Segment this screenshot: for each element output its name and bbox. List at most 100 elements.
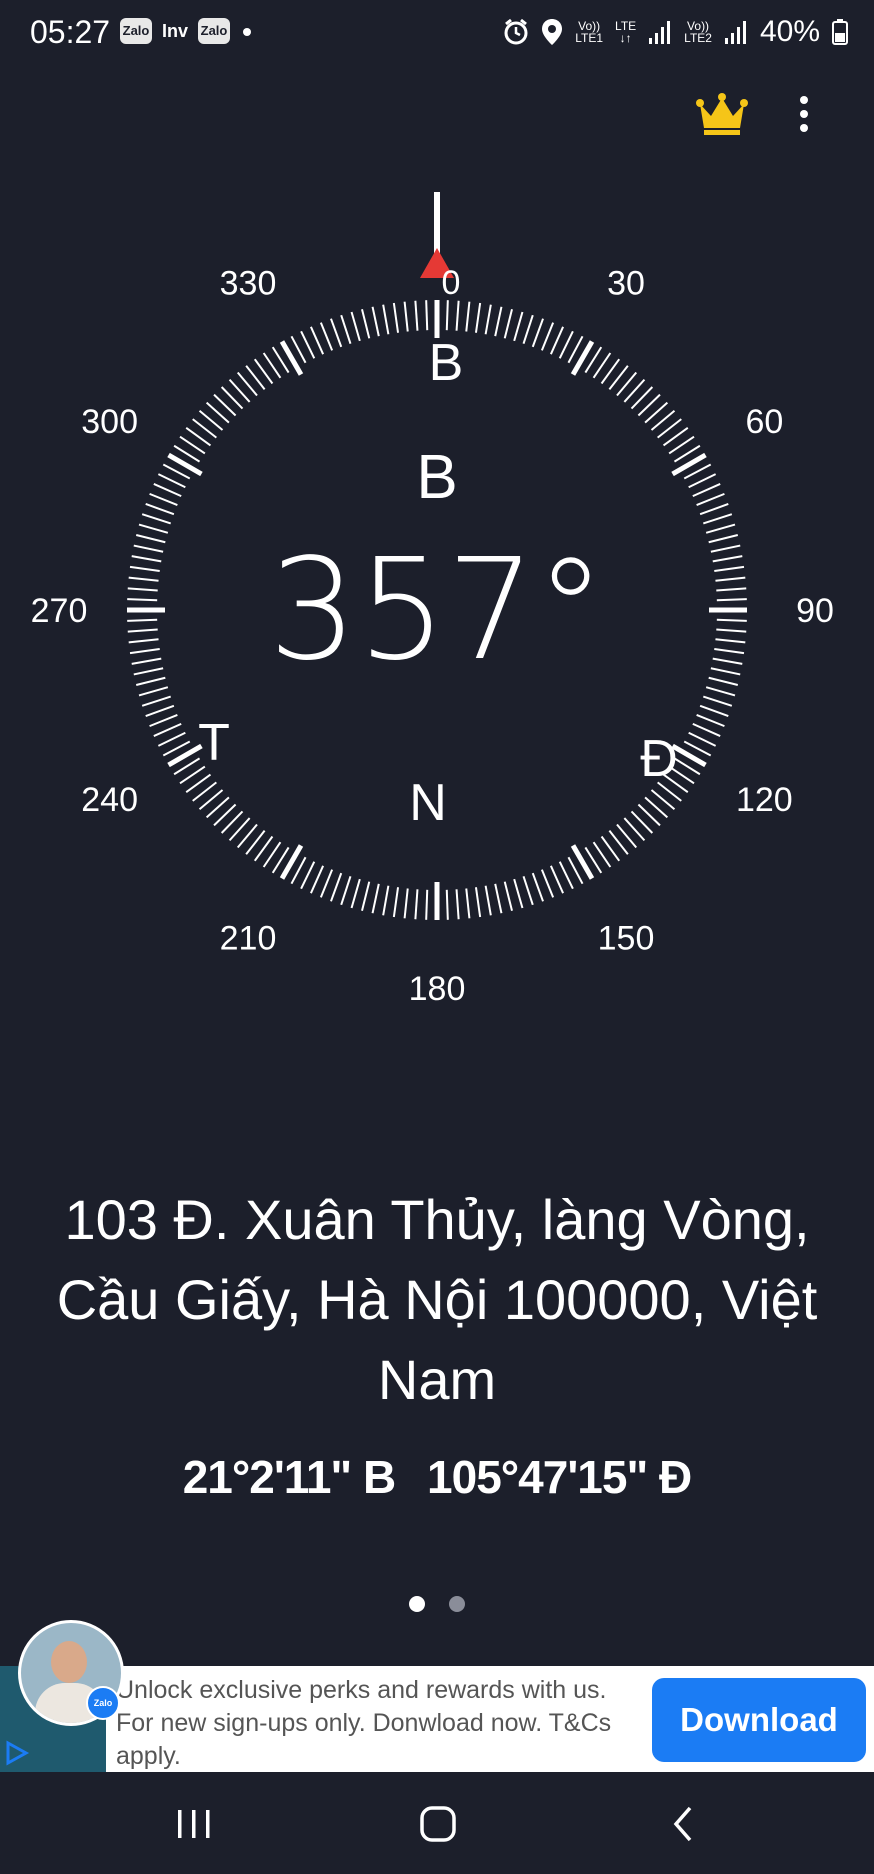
longitude: 105°47'15" Đ: [427, 1451, 692, 1503]
compass-tick: [699, 704, 729, 717]
compass-tick: [558, 861, 574, 890]
compass-tick: [425, 300, 429, 331]
compass-tick: [157, 731, 186, 747]
degree-label-0: 0: [442, 264, 461, 302]
compass-tick: [484, 304, 492, 335]
back-icon[interactable]: [654, 1794, 714, 1854]
recents-icon[interactable]: [164, 1794, 224, 1854]
compass-tick: [145, 503, 175, 516]
compass-tick: [702, 513, 733, 525]
compass-tick: [138, 523, 169, 534]
compass-tick: [127, 587, 158, 592]
compass-tick: [340, 314, 352, 345]
ad-choices-icon[interactable]: [4, 1740, 30, 1766]
compass-tick: [330, 318, 343, 348]
status-time: 05:27: [30, 14, 111, 50]
compass-tick: [540, 869, 555, 898]
signal-icon-2: [724, 21, 746, 44]
compass-tick: [309, 326, 325, 355]
compass-tick: [300, 861, 316, 890]
compass-tick: [540, 322, 555, 351]
compass-tick: [149, 492, 178, 507]
lte-label: LTE ↓↑: [615, 19, 637, 45]
home-icon[interactable]: [408, 1794, 468, 1854]
compass-tick: [309, 865, 325, 894]
page-dot-2[interactable]: [449, 1596, 465, 1612]
compass-tick: [382, 304, 390, 335]
page-dot-1[interactable]: [409, 1596, 425, 1612]
compass-tick: [513, 878, 524, 909]
compass-tick: [153, 722, 182, 738]
more-vert-icon[interactable]: [794, 94, 814, 134]
compass-tick: [414, 889, 419, 920]
zalo-notification-icon: Zalo: [120, 18, 152, 44]
compass-tick: [715, 638, 746, 644]
compass-tick: [392, 302, 400, 333]
compass-major-tick: [167, 743, 203, 768]
compass-tick: [692, 722, 721, 738]
cardinal-north: B: [429, 334, 464, 392]
compass-tick: [131, 657, 162, 665]
battery-icon: [832, 19, 848, 45]
compass-major-tick: [570, 340, 595, 376]
degree-label-150: 150: [598, 919, 655, 957]
compass-tick: [157, 473, 186, 489]
compass-tick: [350, 878, 361, 909]
compass-tick: [145, 704, 175, 717]
compass-tick: [300, 330, 316, 359]
more-notifications-dot: [243, 28, 251, 36]
compass-tick: [129, 647, 160, 655]
compass-tick: [135, 676, 166, 686]
crown-icon[interactable]: [696, 92, 748, 136]
compass-tick: [414, 300, 419, 331]
status-bar: 05:27 Zalo Inv Zalo Vo)) LTE1 LTE ↓↑ Vo)) L…: [0, 0, 874, 66]
compass-tick: [558, 330, 574, 359]
degree-label-90: 90: [796, 592, 834, 630]
degree-label-330: 330: [220, 265, 277, 303]
compass-tick: [531, 872, 544, 902]
battery-percent: 40%: [759, 15, 820, 48]
compass-tick: [382, 885, 390, 916]
degree-label-120: 120: [736, 781, 793, 819]
degree-label-60: 60: [745, 403, 783, 441]
network-sim1-label: Vo)) LTE1: [575, 19, 604, 45]
compass-major-tick: [279, 340, 304, 376]
compass-tick: [403, 301, 409, 332]
compass-tick: [494, 883, 503, 914]
heading-direction: B: [416, 443, 457, 512]
compass-tick: [714, 565, 745, 573]
compass-tick: [455, 889, 460, 920]
compass-tick: [392, 887, 400, 918]
compass-tick: [696, 713, 725, 728]
navigation-bar: [0, 1772, 874, 1874]
compass-tick: [330, 872, 343, 902]
compass-tick: [131, 555, 162, 563]
alarm-icon: [504, 18, 528, 45]
location-icon: [542, 19, 563, 45]
compass-tick: [696, 492, 725, 507]
degree-label-300: 300: [81, 403, 138, 441]
compass-tick: [708, 534, 739, 544]
compass-tick: [350, 311, 361, 342]
compass-tick: [445, 889, 449, 920]
ad-banner[interactable]: Unlock exclusive perks and rewards with …: [0, 1666, 874, 1772]
ad-text: Unlock exclusive perks and rewards with …: [116, 1676, 612, 1770]
latitude: 21°2'11" B: [182, 1451, 397, 1503]
compass-major-tick: [279, 844, 304, 880]
compass-tick: [710, 667, 741, 676]
compass-tick: [127, 628, 158, 633]
compass-tick: [141, 695, 172, 707]
compass-tick: [549, 865, 565, 894]
download-button[interactable]: Download: [652, 1678, 866, 1762]
degree-label-210: 210: [220, 919, 277, 957]
compass-tick: [128, 638, 159, 644]
compass-tick: [133, 667, 164, 676]
compass-tick: [361, 308, 371, 339]
compass-tick: [141, 513, 172, 525]
compass-tick: [688, 731, 717, 747]
compass-tick: [503, 881, 513, 912]
degree-label-240: 240: [81, 781, 138, 819]
compass-tick: [705, 686, 736, 697]
compass-tick: [340, 875, 352, 906]
compass-tick: [716, 628, 747, 633]
